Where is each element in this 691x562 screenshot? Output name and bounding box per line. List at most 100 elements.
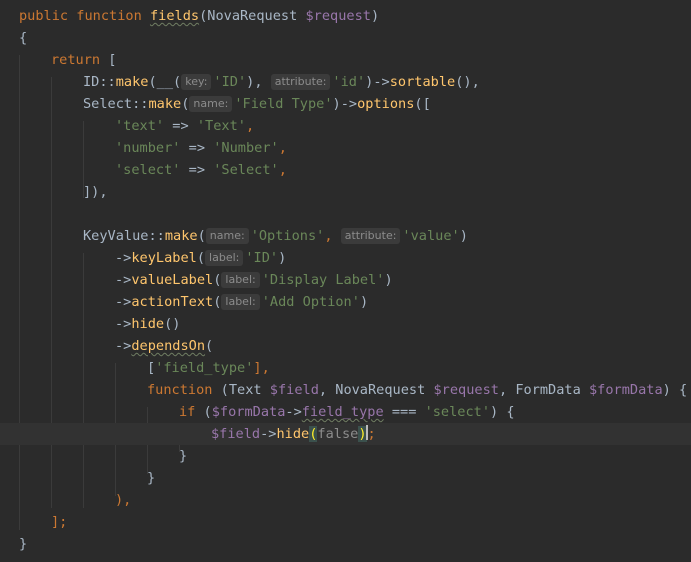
code-line-content: if ($formData->field_type === 'select') … — [179, 401, 515, 423]
code-token: -> — [115, 294, 132, 310]
code-line[interactable]: ]), — [0, 181, 691, 203]
code-line[interactable]: } — [0, 533, 691, 555]
code-token: } — [19, 536, 28, 552]
code-token: { — [19, 30, 28, 46]
code-line[interactable]: } — [0, 467, 691, 489]
code-token: -> — [115, 250, 132, 266]
code-line[interactable]: ), — [0, 489, 691, 511]
code-token: (Text — [212, 382, 270, 398]
code-token: (), — [455, 74, 480, 90]
code-token: $formData — [588, 382, 663, 398]
code-line[interactable]: ]; — [0, 511, 691, 533]
code-line[interactable]: ->hide() — [0, 313, 691, 335]
code-line-content: ]; — [51, 511, 67, 533]
code-token: ; — [367, 426, 376, 442]
parameter-hint: name: — [189, 96, 233, 112]
code-line[interactable]: Select::make(name: 'Field Type')->options… — [0, 93, 691, 115]
code-token: ) — [278, 250, 287, 266]
code-line-content: function (Text $field, NovaRequest $requ… — [147, 379, 687, 401]
code-token: ), — [246, 74, 271, 90]
code-line[interactable]: { — [0, 27, 691, 49]
code-line[interactable]: 'text' => 'Text', — [0, 115, 691, 137]
code-line[interactable] — [0, 203, 691, 225]
code-token: field_type — [301, 404, 384, 420]
code-token: Select:: — [83, 96, 149, 112]
code-token: -> — [115, 338, 132, 354]
code-token: dependsOn — [131, 338, 206, 354]
code-line-content: } — [19, 533, 27, 555]
code-token: ], — [253, 360, 270, 376]
code-line[interactable]: ->valueLabel(label: 'Display Label') — [0, 269, 691, 291]
code-token: ), — [115, 492, 132, 508]
code-token: => — [164, 118, 197, 134]
code-token: } — [147, 470, 156, 486]
code-token: ( — [205, 338, 214, 354]
code-token: , FormData — [498, 382, 589, 398]
code-line-content: return [ — [51, 49, 116, 71]
code-token: , — [278, 140, 287, 156]
code-line-content: ->valueLabel(label: 'Display Label') — [115, 269, 393, 291]
code-line-content: KeyValue::make(name: 'Options', attribute… — [83, 225, 468, 247]
code-line[interactable]: ['field_type'], — [0, 357, 691, 379]
parameter-hint: label: — [221, 294, 260, 310]
code-token: make — [148, 96, 182, 112]
code-token: ) — [459, 228, 468, 244]
code-token: KeyValue:: — [83, 228, 165, 244]
code-token: ) { — [662, 382, 688, 398]
code-token: )-> — [365, 74, 390, 90]
code-line-content: ->dependsOn( — [115, 335, 213, 357]
code-line[interactable]: if ($formData->field_type === 'select') … — [0, 401, 691, 423]
code-token: 'value' — [402, 228, 460, 244]
code-line[interactable]: ->actionText(label: 'Add Option') — [0, 291, 691, 313]
code-line[interactable]: } — [0, 445, 691, 467]
code-token: hide — [276, 426, 310, 442]
code-token: ) — [370, 8, 380, 24]
code-token: ( — [195, 404, 212, 420]
code-token: 'select' — [115, 162, 181, 178]
code-token: make — [115, 74, 149, 90]
code-line[interactable]: 'select' => 'Select', — [0, 159, 691, 181]
code-token: => — [180, 140, 214, 156]
code-token: ]), — [83, 184, 108, 200]
code-line-content: } — [179, 445, 187, 467]
code-token: 'Select' — [213, 162, 279, 178]
code-token: 'ID' — [245, 250, 279, 266]
code-token: 'Field Type' — [234, 96, 333, 112]
code-token: (NovaRequest — [199, 8, 306, 24]
code-line-content: ->keyLabel(label: 'ID') — [115, 247, 286, 269]
code-token: ]; — [51, 514, 68, 530]
code-token: sortable — [389, 74, 456, 90]
code-token: , NovaRequest — [318, 382, 434, 398]
code-line[interactable]: ID::make(__(key: 'ID'), attribute:'id')->… — [0, 71, 691, 93]
code-line[interactable]: function (Text $field, NovaRequest $requ… — [0, 379, 691, 401]
code-line[interactable]: ->dependsOn( — [0, 335, 691, 357]
code-token: ( — [181, 96, 190, 112]
code-line-content: $field->hide(false); — [211, 423, 376, 445]
code-token: $formData — [211, 404, 286, 420]
parameter-hint: name: — [205, 228, 249, 244]
code-token: 'text' — [115, 118, 165, 134]
code-line[interactable]: ->keyLabel(label: 'ID') — [0, 247, 691, 269]
code-editor[interactable]: public function fields(NovaRequest $requ… — [0, 0, 691, 562]
code-line[interactable]: return [ — [0, 49, 691, 71]
code-line[interactable]: $field->hide(false); — [0, 423, 691, 445]
code-line-content: ), — [115, 489, 131, 511]
code-token: ) { — [490, 404, 515, 420]
code-line-content: public function fields(NovaRequest $requ… — [19, 5, 379, 27]
code-token: ID:: — [83, 74, 116, 90]
code-token: [ — [147, 360, 156, 376]
code-line-content: Select::make(name: 'Field Type')->options… — [83, 93, 431, 115]
code-line-content: 'text' => 'Text', — [115, 115, 254, 137]
code-token: options — [357, 96, 415, 112]
code-line[interactable]: 'number' => 'Number', — [0, 137, 691, 159]
code-line[interactable]: public function fields(NovaRequest $requ… — [0, 5, 691, 27]
code-token: actionText — [131, 294, 214, 310]
code-token: ([ — [414, 96, 431, 112]
code-token: $request — [433, 382, 499, 398]
code-token: 'select' — [424, 404, 491, 420]
code-line[interactable]: KeyValue::make(name: 'Options', attribute… — [0, 225, 691, 247]
code-token: 'ID' — [213, 74, 247, 90]
code-token: function — [76, 8, 142, 24]
parameter-hint: attribute: — [270, 74, 331, 90]
